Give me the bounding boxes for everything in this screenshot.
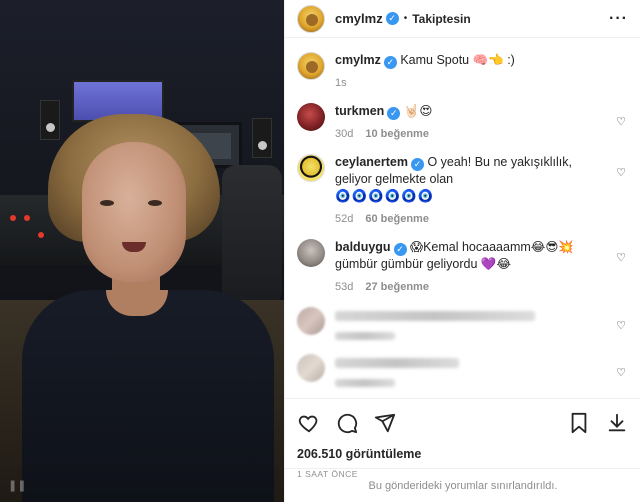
- action-bar: [297, 407, 629, 439]
- comment-likes[interactable]: 60 beğenme: [365, 213, 429, 225]
- verified-badge-icon: ✓: [410, 158, 424, 171]
- heart-icon[interactable]: ♡: [616, 319, 626, 332]
- instagram-post-view: ❚❚ cmylmz ✓ • Takiptesin ··· cmylmz ✓ Kam…: [0, 0, 640, 502]
- avatar[interactable]: [297, 154, 325, 182]
- heart-icon[interactable]: [297, 411, 321, 435]
- comment-username[interactable]: turkmen: [335, 104, 384, 118]
- comment-emoji-line: 🧿🧿🧿🧿🧿🧿: [335, 189, 435, 203]
- separator-dot: •: [403, 13, 408, 24]
- comment-time[interactable]: 30d: [335, 128, 353, 140]
- blurred-comment-item: ♡: [297, 354, 628, 387]
- comments-restricted-notice: Bu gönderideki yorumlar sınırlandırıldı.: [285, 468, 640, 502]
- post-actions: 206.510 görüntüleme 1 SAAT ÖNCE: [285, 398, 640, 479]
- heart-icon[interactable]: ♡: [616, 251, 626, 264]
- avatar[interactable]: [297, 239, 325, 267]
- post-header: cmylmz ✓ • Takiptesin ···: [285, 0, 640, 38]
- video-controls[interactable]: ❚❚: [8, 479, 26, 492]
- heart-icon[interactable]: ♡: [616, 366, 626, 379]
- comment-username[interactable]: ceylanertem: [335, 155, 408, 169]
- verified-badge-icon: ✓: [385, 12, 399, 25]
- comment-likes[interactable]: 10 beğenme: [365, 128, 429, 140]
- header-username[interactable]: cmylmz: [335, 11, 383, 26]
- blurred-comment-item: ♡: [297, 307, 628, 340]
- comment-likes[interactable]: 27 beğenme: [365, 281, 429, 293]
- caption-time[interactable]: 1s: [335, 77, 347, 89]
- download-icon[interactable]: [605, 411, 629, 435]
- more-icon[interactable]: ···: [609, 10, 628, 28]
- avatar[interactable]: [297, 4, 325, 33]
- comment-item: balduygu ✓ 😱Kemal hocaaaamm😂😎💥 gümbür güm…: [297, 239, 628, 293]
- bookmark-icon[interactable]: [567, 411, 591, 435]
- face: [82, 142, 186, 282]
- comment-time[interactable]: 53d: [335, 281, 353, 293]
- caption-username[interactable]: cmylmz: [335, 53, 381, 67]
- blurred-text: [335, 357, 459, 368]
- verified-badge-icon: ✓: [393, 243, 407, 256]
- boy-figure: [20, 100, 280, 502]
- comment-icon[interactable]: [335, 411, 359, 435]
- comment-item: ceylanertem ✓ O yeah! Bu ne yakışıklılık,…: [297, 154, 628, 225]
- blurred-meta: [335, 332, 395, 340]
- comment-text: 🤘🏻😍: [403, 104, 433, 118]
- post-video[interactable]: ❚❚: [0, 0, 284, 502]
- comment-item: turkmen ✓ 🤘🏻😍 30d 10 beğenme ♡: [297, 103, 628, 140]
- pause-icon[interactable]: ❚❚: [8, 479, 26, 492]
- follow-status-button[interactable]: Takiptesin: [412, 12, 470, 26]
- eye-right: [148, 200, 162, 206]
- comment-username[interactable]: balduygu: [335, 240, 391, 254]
- comment-time[interactable]: 52d: [335, 213, 353, 225]
- avatar: [297, 354, 325, 382]
- avatar: [297, 307, 325, 335]
- verified-badge-icon: ✓: [387, 107, 401, 120]
- heart-icon[interactable]: ♡: [616, 115, 626, 128]
- shirt: [22, 290, 274, 502]
- heart-icon[interactable]: ♡: [616, 166, 626, 179]
- comments-list: cmylmz ✓ Kamu Spotu 🧠👈 :) 1s turkmen ✓ 🤘🏻😍…: [285, 38, 640, 387]
- caption: cmylmz ✓ Kamu Spotu 🧠👈 :) 1s: [297, 52, 628, 89]
- verified-badge-icon: ✓: [383, 56, 397, 69]
- avatar[interactable]: [297, 52, 325, 80]
- caption-text: Kamu Spotu 🧠👈 :): [400, 53, 515, 67]
- avatar[interactable]: [297, 103, 325, 131]
- share-icon[interactable]: [373, 411, 397, 435]
- view-count[interactable]: 206.510 görüntüleme: [297, 447, 629, 461]
- blurred-meta: [335, 379, 395, 387]
- blurred-text: [335, 310, 535, 321]
- post-sidebar: cmylmz ✓ • Takiptesin ··· cmylmz ✓ Kamu S…: [284, 0, 640, 502]
- rack-light: [10, 215, 16, 221]
- mouth: [122, 242, 146, 252]
- eye-left: [100, 200, 114, 206]
